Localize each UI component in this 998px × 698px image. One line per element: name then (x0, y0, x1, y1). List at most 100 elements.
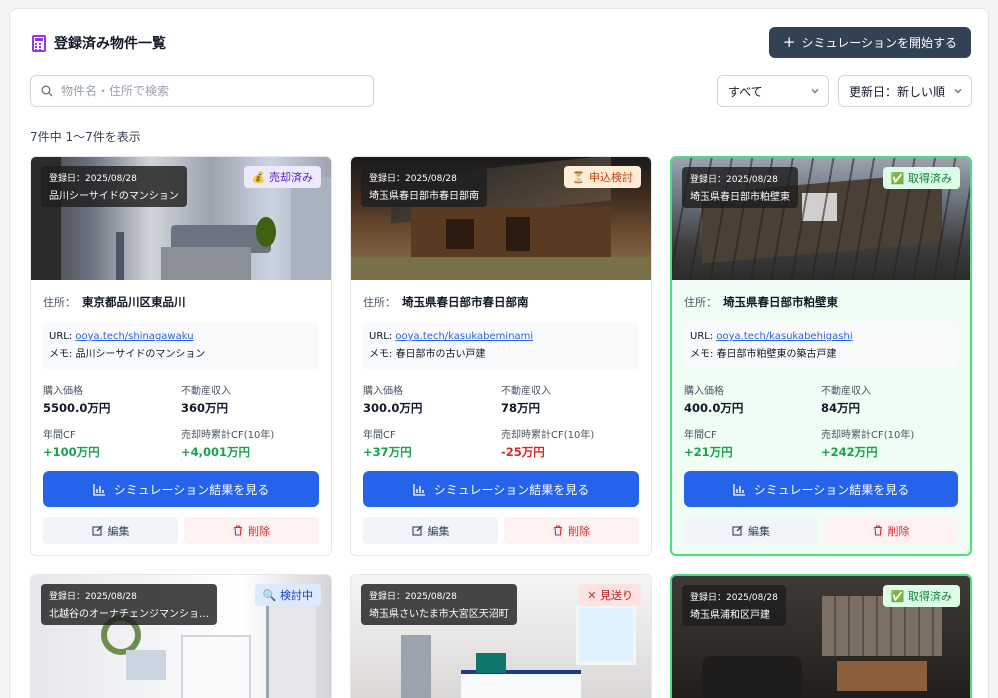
stat-label: 売却時累計CF(10年) (821, 430, 915, 441)
chevron-down-icon (811, 89, 819, 94)
income-stat: 不動産収入 78万円 (501, 382, 639, 416)
start-simulation-button[interactable]: + シミュレーションを開始する (768, 27, 971, 58)
registration-date: 登録日：2025/08/28 (49, 592, 137, 602)
property-card: 登録日：2025/08/28 品川シーサイドのマンション 💰 売却済み 住所： … (30, 156, 332, 556)
edit-icon (411, 525, 422, 536)
property-photo[interactable]: 登録日：2025/08/28 埼玉県春日部市粕壁東 ✅ 取得済み (672, 158, 970, 280)
page-header: 登録済み物件一覧 (32, 33, 166, 53)
address-row: 住所： 埼玉県春日部市春日部南 (363, 294, 639, 310)
address-row: 住所： 東京都品川区東品川 (43, 294, 319, 310)
delete-button[interactable]: 削除 (824, 517, 958, 544)
stat-label: 購入価格 (363, 386, 403, 397)
delete-label: 削除 (887, 524, 910, 538)
edit-button[interactable]: 編集 (363, 517, 498, 544)
money-bag-icon: 💰 (251, 171, 266, 184)
stat-value: +37万円 (363, 445, 412, 459)
stat-label: 購入価格 (43, 386, 83, 397)
edit-button[interactable]: 編集 (684, 517, 818, 544)
status-badge: ✕ 見送り (579, 584, 641, 606)
view-simulation-button[interactable]: シミュレーション結果を見る (684, 471, 958, 507)
annual-cf-stat: 年間CF +100万円 (43, 426, 181, 460)
url-link[interactable]: ooya.tech/kasukabehigashi (716, 331, 852, 342)
stat-value: 5500.0万円 (43, 401, 111, 415)
search-input[interactable] (61, 84, 351, 98)
registration-date: 登録日：2025/08/28 (369, 174, 457, 184)
address-row: 住所： 埼玉県春日部市粕壁東 (684, 294, 958, 310)
search-box[interactable] (30, 75, 374, 107)
delete-button[interactable]: 削除 (184, 517, 319, 544)
url-label: URL: (690, 331, 714, 342)
info-box: URL: ooya.tech/shinagawaku メモ: 品川シーサイドのマ… (43, 322, 319, 370)
stat-label: 年間CF (363, 430, 396, 441)
plus-icon: + (782, 33, 796, 51)
sort-value: 更新日：新しい順 (849, 84, 946, 99)
memo-value: 春日部市粕壁東の築古戸建 (716, 349, 837, 360)
registration-date: 登録日：2025/08/28 (49, 174, 137, 184)
hourglass-icon: ⏳ (571, 171, 586, 184)
status-badge: 💰 売却済み (243, 166, 321, 188)
stats-grid: 購入価格 400.0万円 不動産収入 84万円 年間CF +21万円 売却時累計CF(… (684, 382, 958, 460)
delete-label: 削除 (248, 524, 270, 538)
annual-cf-stat: 年間CF +21万円 (684, 426, 821, 460)
edit-label: 編集 (748, 524, 770, 538)
photo-overlay: 登録日：2025/08/28 品川シーサイドのマンション (41, 166, 187, 207)
sort-select[interactable]: 更新日：新しい順 (838, 75, 972, 107)
edit-label: 編集 (107, 524, 130, 538)
bar-chart-icon (413, 483, 425, 496)
card-actions: 編集 削除 (43, 517, 319, 544)
result-count: 7件中 1〜7件を表示 (30, 130, 141, 144)
annual-cf-stat: 年間CF +37万円 (363, 426, 501, 460)
property-photo[interactable]: 登録日：2025/08/28 埼玉県浦和区戸建 ✅ 取得済み (672, 576, 970, 698)
stat-label: 不動産収入 (501, 386, 551, 397)
address-value: 東京都品川区東品川 (82, 295, 186, 309)
status-badge: 🔍 検討中 (254, 584, 321, 606)
memo-row: メモ: 春日部市の古い戸建 (369, 346, 633, 364)
photo-overlay: 登録日：2025/08/28 埼玉県春日部市粕壁東 (682, 167, 798, 208)
property-name: 北越谷のオーナチェンジマンショ… (49, 609, 209, 620)
status-filter-value: すべて (728, 84, 763, 99)
page-title: 登録済み物件一覧 (54, 36, 166, 52)
property-photo[interactable]: 登録日：2025/08/28 品川シーサイドのマンション 💰 売却済み (31, 157, 331, 280)
delete-button[interactable]: 削除 (504, 517, 639, 544)
url-row: URL: ooya.tech/shinagawaku (49, 328, 313, 346)
property-card: 登録日：2025/08/28 北越谷のオーナチェンジマンショ… 🔍 検討中 (30, 574, 332, 698)
view-simulation-button[interactable]: シミュレーション結果を見る (43, 471, 319, 507)
chevron-down-icon (954, 89, 962, 94)
stat-label: 購入価格 (684, 386, 724, 397)
stat-value: +100万円 (43, 445, 100, 459)
view-simulation-label: シミュレーション結果を見る (433, 482, 590, 497)
magnifier-icon: 🔍 (262, 589, 277, 602)
status-badge: ⏳ 申込検討 (563, 166, 641, 188)
status-filter-select[interactable]: すべて (717, 75, 829, 107)
income-stat: 不動産収入 84万円 (821, 382, 958, 416)
url-label: URL: (369, 331, 393, 342)
photo-overlay: 登録日：2025/08/28 埼玉県浦和区戸建 (682, 585, 786, 626)
purchase-price-stat: 購入価格 400.0万円 (684, 382, 821, 416)
property-photo[interactable]: 登録日：2025/08/28 埼玉県春日部市春日部南 ⏳ 申込検討 (351, 157, 651, 280)
trash-icon (554, 525, 562, 536)
status-badge: ✅ 取得済み (882, 167, 960, 189)
url-link[interactable]: ooya.tech/kasukabeminami (395, 331, 533, 342)
url-row: URL: ooya.tech/kasukabeminami (369, 328, 633, 346)
purchase-price-stat: 購入価格 300.0万円 (363, 382, 501, 416)
property-photo[interactable]: 登録日：2025/08/28 北越谷のオーナチェンジマンショ… 🔍 検討中 (31, 575, 331, 698)
calculator-icon (32, 34, 46, 52)
stat-value: 300.0万円 (363, 401, 423, 415)
url-link[interactable]: ooya.tech/shinagawaku (75, 331, 193, 342)
info-box: URL: ooya.tech/kasukabehigashi メモ: 春日部市粕… (684, 322, 958, 370)
edit-button[interactable]: 編集 (43, 517, 178, 544)
stat-value: 84万円 (821, 401, 861, 415)
stat-value: +21万円 (684, 445, 733, 459)
property-name: 埼玉県春日部市粕壁東 (690, 192, 790, 203)
registration-date: 登録日：2025/08/28 (369, 592, 457, 602)
stats-grid: 購入価格 5500.0万円 不動産収入 360万円 年間CF +100万円 売却時累計… (43, 382, 319, 460)
property-photo[interactable]: 登録日：2025/08/28 埼玉県さいたま市大宮区天沼町 ✕ 見送り (351, 575, 651, 698)
status-label: 申込検討 (589, 171, 633, 184)
check-icon: ✅ (890, 590, 905, 603)
sale-cf-stat: 売却時累計CF(10年) -25万円 (501, 426, 639, 460)
view-simulation-button[interactable]: シミュレーション結果を見る (363, 471, 639, 507)
status-label: 取得済み (908, 590, 952, 603)
memo-value: 春日部市の古い戸建 (395, 349, 486, 360)
url-row: URL: ooya.tech/kasukabehigashi (690, 328, 952, 346)
memo-value: 品川シーサイドのマンション (75, 349, 206, 360)
